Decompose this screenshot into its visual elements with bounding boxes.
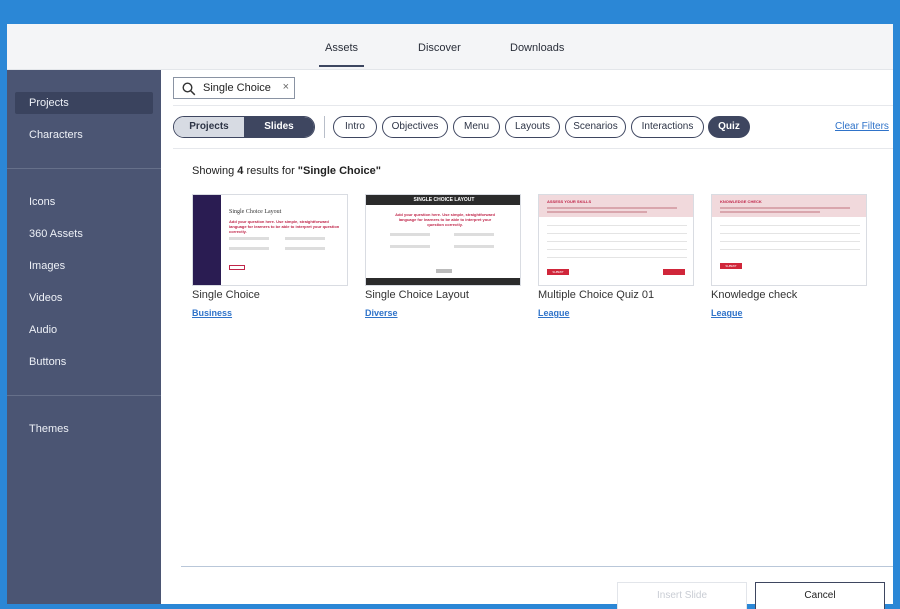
divider (324, 116, 325, 138)
filter-chip-layouts[interactable]: Layouts (505, 116, 560, 138)
sidebar-item-projects[interactable]: Projects (15, 92, 153, 114)
filter-chip-menu[interactable]: Menu (453, 116, 500, 138)
projects-slides-toggle: Projects Slides (173, 116, 315, 138)
search-box[interactable]: × (173, 77, 295, 99)
clear-filters-link[interactable]: Clear Filters (835, 121, 889, 132)
toggle-projects[interactable]: Projects (174, 117, 244, 137)
search-icon (182, 82, 196, 96)
insert-slide-button[interactable]: Insert Slide (617, 582, 747, 609)
sidebar-item-buttons[interactable]: Buttons (15, 351, 153, 373)
card-title: Single Choice (192, 289, 260, 301)
sidebar-divider (7, 168, 161, 169)
card-title: Multiple Choice Quiz 01 (538, 289, 655, 301)
tab-downloads[interactable]: Downloads (510, 42, 564, 54)
slide-thumbnail[interactable]: Single Choice Layout Add your question h… (192, 194, 348, 286)
cancel-button[interactable]: Cancel (755, 582, 885, 609)
divider (173, 148, 893, 149)
divider (173, 105, 893, 106)
card-category-link[interactable]: League (711, 308, 743, 318)
main-panel: × Projects Slides Intro Objectives Menu … (161, 70, 893, 609)
sidebar-item-images[interactable]: Images (15, 255, 153, 277)
card-title: Knowledge check (711, 289, 798, 301)
card-category-link[interactable]: Diverse (365, 308, 398, 318)
sidebar-item-360-assets[interactable]: 360 Assets (15, 223, 153, 245)
asset-browser-dialog: Assets Discover Downloads Projects Chara… (7, 24, 893, 609)
sidebar-divider (7, 395, 161, 396)
filter-chip-quiz[interactable]: Quiz (708, 116, 750, 138)
filter-chip-intro[interactable]: Intro (333, 116, 377, 138)
sidebar-item-audio[interactable]: Audio (15, 319, 153, 341)
results-summary: Showing 4 results for "Single Choice" (192, 165, 381, 177)
card-title: Single Choice Layout (365, 289, 469, 301)
results-query: "Single Choice" (297, 165, 381, 177)
footer-divider (181, 566, 893, 567)
tab-assets[interactable]: Assets (318, 42, 365, 67)
sidebar-item-characters[interactable]: Characters (15, 124, 153, 146)
sidebar-item-icons[interactable]: Icons (15, 191, 153, 213)
card-category-link[interactable]: League (538, 308, 570, 318)
filter-chip-objectives[interactable]: Objectives (382, 116, 448, 138)
sidebar-item-themes[interactable]: Themes (15, 418, 153, 440)
slide-thumbnail[interactable]: KNOWLEDGE CHECK SUBMIT (711, 194, 867, 286)
clear-search-icon[interactable]: × (283, 81, 289, 93)
filter-chip-scenarios[interactable]: Scenarios (565, 116, 626, 138)
toggle-slides[interactable]: Slides (244, 117, 314, 137)
card-category-link[interactable]: Business (192, 308, 232, 318)
sidebar: Projects Characters Icons 360 Assets Ima… (7, 70, 161, 604)
search-input[interactable] (203, 80, 275, 96)
filter-chip-interactions[interactable]: Interactions (631, 116, 704, 138)
tab-discover[interactable]: Discover (418, 42, 461, 54)
top-navigation: Assets Discover Downloads (7, 24, 893, 70)
slide-thumbnail[interactable]: SINGLE CHOICE LAYOUT Add your question h… (365, 194, 521, 286)
sidebar-item-videos[interactable]: Videos (15, 287, 153, 309)
slide-thumbnail[interactable]: ASSESS YOUR SKILLS SUBMIT (538, 194, 694, 286)
